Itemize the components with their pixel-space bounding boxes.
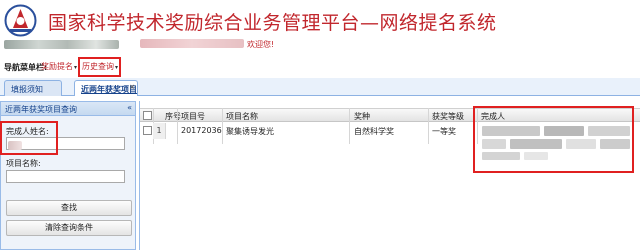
nav-menu-label: 奖励提名: [41, 62, 73, 71]
system-title: 国家科学技术奖励综合业务管理平台—网络提名系统: [48, 12, 497, 34]
query-panel-title: 近两年获奖项目查询: [5, 105, 77, 114]
welcome-text: 欢迎您!: [247, 40, 275, 49]
search-button[interactable]: 查找: [6, 200, 132, 216]
col-header-project-name: 项目名称: [226, 112, 258, 121]
row-checkbox[interactable]: [143, 126, 152, 135]
highlight-box-name-field: [0, 121, 58, 155]
cell-project-name: 聚集诱导发光: [226, 127, 274, 136]
col-header-award-type: 奖种: [354, 112, 370, 121]
col-header-project-no: 项目号: [181, 112, 205, 121]
query-panel-header: 近两年获奖项目查询 «: [1, 102, 135, 116]
close-icon[interactable]: ×: [129, 83, 135, 91]
tab-label: 填报须知: [11, 85, 43, 94]
username-redacted: [140, 39, 244, 48]
highlight-box-completer-column: [473, 106, 634, 173]
clear-conditions-button[interactable]: 清除查询条件: [6, 220, 132, 236]
nav-menu-award-nomination[interactable]: 奖励提名▾: [41, 61, 77, 72]
cell-seq: 1: [153, 123, 166, 139]
project-name-input[interactable]: [6, 170, 125, 183]
col-header-seq: 序号: [165, 112, 181, 121]
collapse-icon[interactable]: «: [127, 103, 132, 112]
cell-award-type: 自然科学奖: [354, 127, 394, 136]
highlight-box-nav: [78, 57, 121, 77]
tab-recent-awards[interactable]: 近两年获奖项目 ×: [74, 80, 138, 96]
tab-bar: 填报须知 近两年获奖项目 ×: [0, 78, 640, 96]
select-all-checkbox[interactable]: [143, 111, 152, 120]
nosta-logo-icon: [4, 4, 37, 37]
app-header: 国家科学技术奖励综合业务管理平台—网络提名系统 欢迎您!: [0, 0, 640, 56]
chevron-down-icon: ▾: [74, 64, 78, 71]
project-name-label: 项目名称:: [6, 159, 41, 168]
tab-instructions[interactable]: 填报须知: [4, 80, 62, 96]
cell-project-no: 20172036: [181, 126, 222, 135]
user-info-redacted: [4, 40, 119, 49]
col-header-level: 获奖等级: [432, 112, 464, 121]
cell-level: 一等奖: [432, 127, 456, 136]
